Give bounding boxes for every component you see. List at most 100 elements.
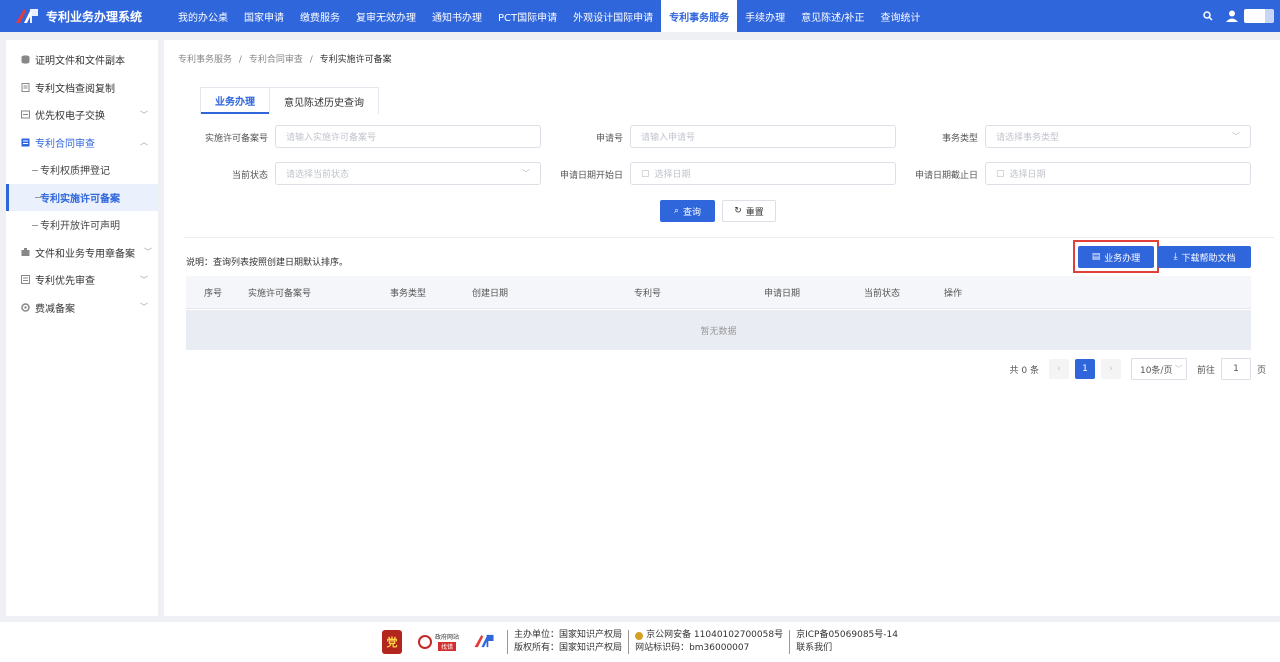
cnipa-small-logo-icon: [471, 631, 497, 654]
breadcrumb-item[interactable]: 专利事务服务: [178, 55, 232, 65]
end-date-picker[interactable]: ▢ 选择日期: [985, 162, 1251, 185]
party-emblem-icon[interactable]: 党: [382, 630, 403, 654]
type-placeholder: 请选择事务类型: [996, 133, 1060, 143]
tab-business-handling[interactable]: 业务办理: [201, 88, 269, 114]
breadcrumb-item[interactable]: 专利合同审查: [249, 55, 303, 65]
sidebar-item-label: 专利合同审查: [35, 138, 95, 150]
column-header: 创建日期: [472, 289, 509, 299]
chevron-down-icon: ﹀: [140, 110, 148, 120]
nav-item[interactable]: 我的办公桌: [170, 0, 236, 32]
column-header: 序号: [204, 289, 223, 299]
license-no-input[interactable]: 请输入实施许可备案号: [275, 125, 541, 148]
status-select[interactable]: 请选择当前状态 ﹀: [275, 162, 541, 185]
sidebar-item-seal-filing[interactable]: 文件和业务专用章备案 ﹀: [6, 239, 158, 267]
search-icon[interactable]: [1196, 0, 1220, 32]
gov-site-label: 政府网站: [435, 633, 460, 641]
seal-icon: [20, 247, 30, 257]
gov-site-error-link[interactable]: 政府网站 找错: [418, 634, 459, 651]
sidebar-item-label: 优先权电子交换: [35, 111, 105, 123]
nav-item[interactable]: 手续办理: [737, 0, 793, 32]
sidebar-subitem-pledge[interactable]: 专利权质押登记: [6, 156, 158, 184]
sidebar-item-label: 证明文件和文件副本: [35, 56, 125, 68]
breadcrumb: 专利事务服务 / 专利合同审查 / 专利实施许可备案: [178, 52, 392, 65]
end-date-label: 申请日期截止日: [914, 171, 978, 181]
page-number[interactable]: 1: [1074, 359, 1095, 379]
next-page-button[interactable]: ›: [1100, 359, 1121, 379]
license-no-placeholder: 请输入实施许可备案号: [286, 133, 377, 143]
divider: [789, 630, 791, 654]
tree-line: [32, 224, 38, 226]
page-unit: 页: [1256, 365, 1266, 376]
reset-button[interactable]: ↻ 重置: [722, 200, 776, 222]
footer: 党 政府网站 找错 主办单位：国家知识产权局 版权所有：国家知识产权局 京公网安…: [0, 622, 1280, 662]
sidebar-subitem-license-filing[interactable]: 专利实施许可备案: [6, 183, 158, 211]
column-header: 专利号: [634, 289, 662, 299]
exchange-icon: [20, 110, 30, 120]
document-icon: [20, 82, 30, 92]
site-code: 网站标识码：bm36000007: [635, 643, 750, 653]
sidebar-item-label: 专利权质押登记: [40, 166, 110, 178]
icp-record[interactable]: 京ICP备05069085号-14: [796, 629, 898, 642]
sidebar-item-label: 文件和业务专用章备案: [35, 248, 135, 260]
page-size-value: 10条/页: [1139, 365, 1173, 376]
type-select[interactable]: 请选择事务类型 ﹀: [985, 125, 1251, 148]
sidebar-item-certificates[interactable]: 证明文件和文件副本: [6, 46, 158, 74]
column-header: 申请日期: [764, 289, 801, 299]
sidebar-item-archive-copy[interactable]: 专利文档查阅复制: [6, 74, 158, 102]
user-icon: [1226, 10, 1238, 22]
main-nav: 我的办公桌 国家申请 缴费服务 复审无效办理 通知书办理 PCT国际申请 外观设计国际申请专…: [170, 0, 929, 32]
brand[interactable]: 专利业务办理系统: [0, 5, 170, 27]
police-record[interactable]: 京公网安备 11040102700058号: [646, 629, 783, 642]
contract-icon: [20, 137, 30, 147]
sidebar-item-fee-reduction[interactable]: 费减备案 ﹀: [6, 294, 158, 322]
user-name-bar: [1244, 9, 1274, 23]
nav-item[interactable]: 复审无效办理: [348, 0, 424, 32]
sidebar-item-priority-exam[interactable]: 专利优先审查 ﹀: [6, 266, 158, 294]
contact-us-link[interactable]: 联系我们: [796, 642, 898, 655]
sidebar-item-priority-exchange[interactable]: 优先权电子交换 ﹀: [6, 101, 158, 129]
nav-item[interactable]: 通知书办理: [424, 0, 490, 32]
sidebar-subitem-open-license[interactable]: 专利开放许可声明: [6, 211, 158, 239]
page-size-select[interactable]: 10条/页 ﹀: [1130, 358, 1187, 380]
goto-input[interactable]: 1: [1220, 358, 1251, 380]
nav-item[interactable]: 查询统计: [873, 0, 929, 32]
query-button[interactable]: ⌕ 查询: [660, 200, 715, 222]
sort-note: 说明：查询列表按照创建日期默认排序。: [186, 258, 349, 268]
nav-item[interactable]: 意见陈述/补正: [793, 0, 872, 32]
sidebar-item-contract-review[interactable]: 专利合同审查 ︿: [6, 129, 158, 157]
nav-item[interactable]: 外观设计国际申请: [565, 0, 661, 32]
divider: [507, 630, 509, 654]
divider: [628, 630, 630, 654]
sidebar: 证明文件和文件副本 专利文档查阅复制 优先权电子交换 ﹀ 专利合同审查 ︿ 专利…: [6, 40, 158, 616]
nav-item[interactable]: 专利事务服务: [661, 0, 738, 32]
breadcrumb-current: 专利实施许可备案: [319, 55, 392, 65]
breadcrumb-separator: /: [238, 55, 242, 65]
top-nav-bar: 专利业务办理系统 我的办公桌 国家申请 缴费服务 复审无效办理 通知书办理 PCT国际申请…: [0, 0, 1280, 32]
sidebar-item-label: 专利文档查阅复制: [35, 83, 115, 95]
business-handle-button[interactable]: ▤ 业务办理: [1078, 246, 1154, 268]
calendar-icon: ▢: [641, 168, 650, 179]
prev-page-button[interactable]: ‹: [1048, 359, 1069, 379]
reset-button-label: 重置: [745, 207, 764, 218]
start-date-picker[interactable]: ▢ 选择日期: [630, 162, 896, 185]
police-badge-icon: [635, 631, 644, 640]
sidebar-item-label: 专利优先审查: [35, 276, 95, 288]
table-header: 序号 实施许可备案号 事务类型 创建日期 专利号 申请日期 当前状态 操作: [186, 276, 1251, 309]
nav-item[interactable]: PCT国际申请: [490, 0, 565, 32]
tab-opinion-history[interactable]: 意见陈述历史查询: [269, 88, 378, 114]
rights-label: 版权所有：国家知识产权局: [514, 643, 623, 653]
nav-item[interactable]: 国家申请: [236, 0, 292, 32]
query-button-label: 查询: [683, 207, 702, 218]
app-no-input[interactable]: 请输入申请号: [630, 125, 896, 148]
divider: [184, 237, 1274, 238]
nav-item[interactable]: 缴费服务: [292, 0, 348, 32]
app-title: 专利业务办理系统: [46, 9, 143, 24]
column-header: 当前状态: [864, 289, 901, 299]
download-help-button[interactable]: ⤓ 下载帮助文档: [1158, 246, 1251, 268]
column-header: 事务类型: [390, 289, 427, 299]
start-date-label: 申请日期开始日: [559, 171, 623, 181]
user-menu[interactable]: [1220, 0, 1280, 32]
sidebar-item-label: 费减备案: [35, 303, 75, 315]
database-icon: [20, 55, 30, 65]
table-empty-state: 暂无数据: [186, 310, 1251, 350]
